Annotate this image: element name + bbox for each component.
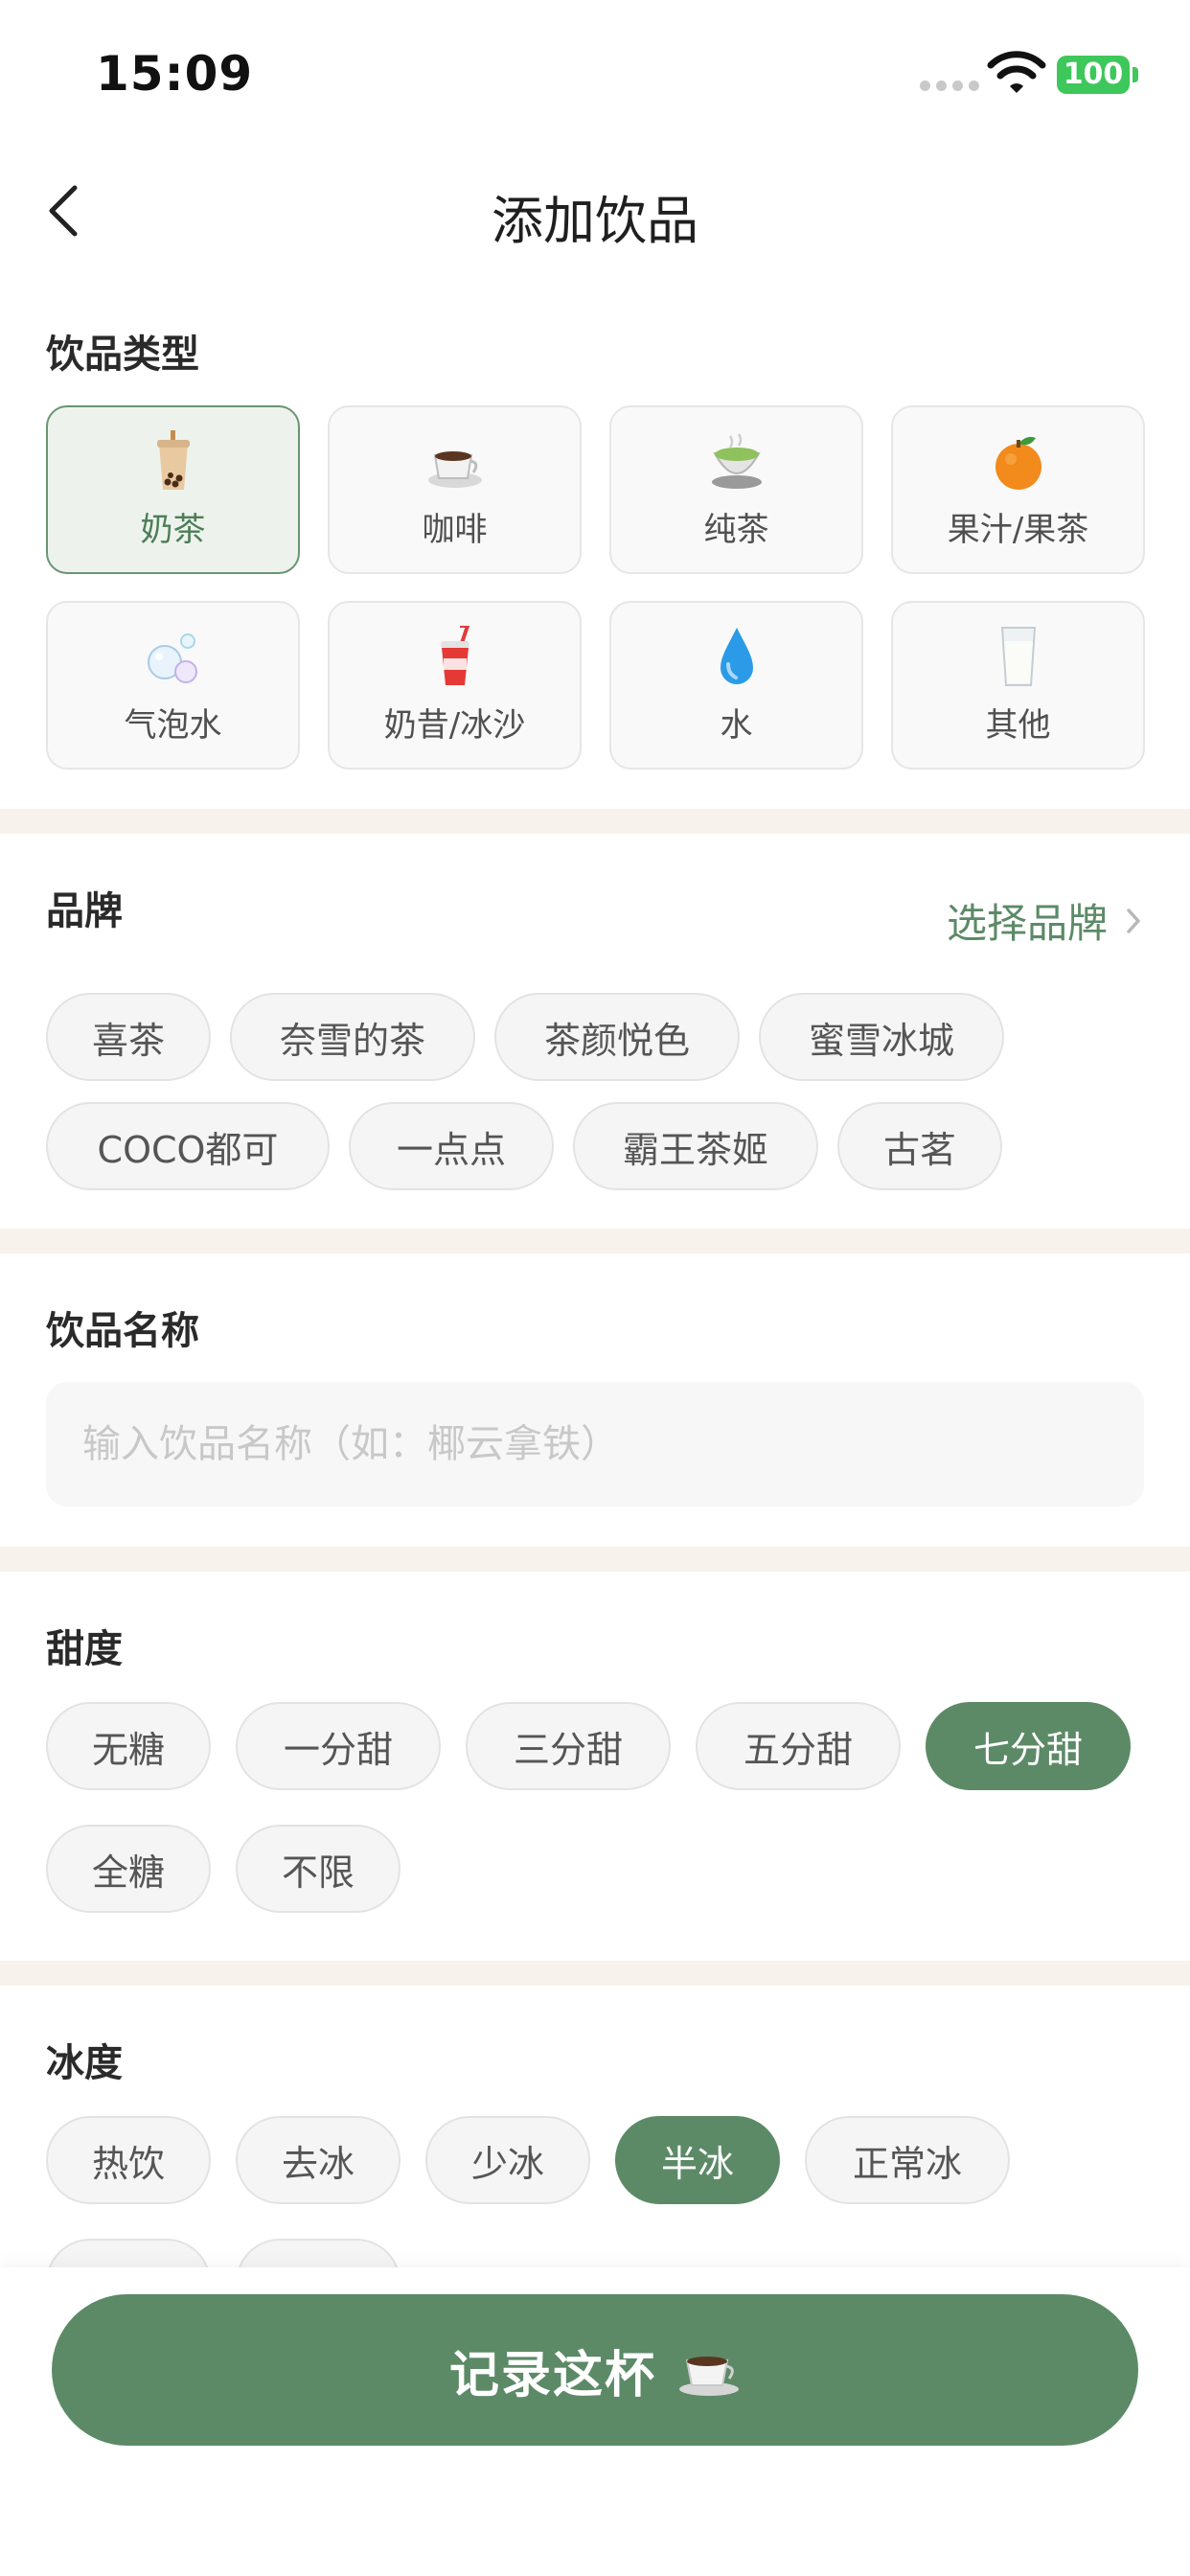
- drink-type-other[interactable]: 其他: [891, 601, 1145, 770]
- bubbles-icon: [147, 632, 197, 683]
- sweetness-chips-row-2: 全糖 不限: [46, 1825, 400, 1913]
- drink-type-smoothie[interactable]: 奶昔/冰沙: [328, 601, 582, 770]
- drink-type-coffee[interactable]: 咖啡: [328, 405, 582, 574]
- brand-chip[interactable]: 霸王茶姬: [573, 1102, 818, 1190]
- orange-icon: [995, 436, 1041, 490]
- ice-chip[interactable]: 去冰: [236, 2116, 400, 2204]
- status-bar: 15:09 100: [0, 0, 1190, 144]
- section-divider: [0, 1547, 1190, 1572]
- ice-chip-selected[interactable]: 半冰: [615, 2116, 780, 2204]
- drink-type-label: 气泡水: [124, 705, 222, 745]
- drink-name-input[interactable]: [46, 1382, 1144, 1506]
- select-brand-label: 选择品牌: [946, 900, 1108, 947]
- drink-type-label: 水: [720, 705, 753, 745]
- drink-type-sparkling-water[interactable]: 气泡水: [46, 601, 300, 770]
- drink-type-pure-tea[interactable]: 纯茶: [609, 405, 863, 574]
- glass-of-milk-icon: [1000, 626, 1036, 686]
- sweetness-chip-selected[interactable]: 七分甜: [926, 1702, 1131, 1790]
- brand-chip[interactable]: 喜茶: [46, 993, 211, 1081]
- battery-icon: 100: [1057, 56, 1130, 94]
- ice-chip[interactable]: 少冰: [425, 2116, 590, 2204]
- brand-chip[interactable]: 茶颜悦色: [494, 993, 740, 1081]
- green-tea-icon: [711, 432, 762, 489]
- ice-chip[interactable]: 热饮: [46, 2116, 211, 2204]
- brand-chip[interactable]: 蜜雪冰城: [759, 993, 1004, 1081]
- status-time: 15:09: [96, 46, 254, 102]
- drink-type-juice[interactable]: 果汁/果茶: [891, 405, 1145, 574]
- ice-chips-row-1: 热饮 去冰 少冰 半冰 正常冰: [46, 2116, 1010, 2204]
- bubble-tea-icon: [156, 429, 190, 490]
- drink-name-title: 饮品名称: [46, 1309, 199, 1353]
- drink-type-label: 奶昔/冰沙: [383, 705, 526, 745]
- chevron-right-icon: [1127, 908, 1140, 933]
- record-button-label: 记录这杯: [448, 2346, 656, 2404]
- sweetness-chip[interactable]: 五分甜: [696, 1702, 901, 1790]
- drink-type-label: 奶茶: [140, 510, 206, 549]
- cellular-signal-icon: [920, 80, 979, 91]
- drink-type-grid: 奶茶 咖啡 纯茶 果汁/果茶 气泡水 奶昔/冰沙 水 其他: [46, 405, 1145, 770]
- section-divider: [0, 809, 1190, 834]
- nav-bar: 添加饮品: [0, 144, 1190, 278]
- brand-chip[interactable]: 古茗: [837, 1102, 1002, 1190]
- drink-type-label: 咖啡: [422, 510, 488, 549]
- sweetness-chip[interactable]: 不限: [236, 1825, 400, 1913]
- sweetness-chip[interactable]: 一分甜: [236, 1702, 441, 1790]
- sweetness-title: 甜度: [46, 1627, 123, 1671]
- brand-title: 品牌: [46, 889, 123, 933]
- brand-chip[interactable]: 一点点: [349, 1102, 554, 1190]
- sweetness-chip[interactable]: 全糖: [46, 1825, 211, 1913]
- brand-chips-row-2: COCO都可 一点点 霸王茶姬 古茗: [46, 1102, 1002, 1190]
- drink-type-milk-tea[interactable]: 奶茶: [46, 405, 300, 574]
- drink-type-label: 果汁/果茶: [947, 510, 1089, 549]
- drink-type-water[interactable]: 水: [609, 601, 863, 770]
- wifi-icon: [987, 51, 1046, 93]
- sweetness-chips-row-1: 无糖 一分甜 三分甜 五分甜 七分甜: [46, 1702, 1131, 1790]
- sweetness-chip[interactable]: 无糖: [46, 1702, 211, 1790]
- bottom-action-bar: 记录这杯: [0, 2267, 1190, 2576]
- coffee-cup-icon: [427, 450, 482, 488]
- record-drink-button[interactable]: 记录这杯: [52, 2294, 1138, 2446]
- section-divider: [0, 1229, 1190, 1254]
- water-drop-icon: [720, 627, 753, 684]
- drink-type-title: 饮品类型: [46, 333, 199, 377]
- page-title: 添加饮品: [492, 191, 698, 251]
- cup-with-straw-icon: [440, 625, 469, 685]
- drink-type-label: 纯茶: [703, 510, 769, 549]
- brand-chips-row-1: 喜茶 奈雪的茶 茶颜悦色 蜜雪冰城: [46, 993, 1004, 1081]
- ice-chip[interactable]: 正常冰: [805, 2116, 1010, 2204]
- section-divider: [0, 1961, 1190, 1986]
- select-brand-button[interactable]: 选择品牌: [947, 891, 1144, 950]
- ice-title: 冰度: [46, 2041, 123, 2085]
- sweetness-chip[interactable]: 三分甜: [466, 1702, 671, 1790]
- brand-chip[interactable]: 奈雪的茶: [230, 993, 475, 1081]
- drink-type-label: 其他: [985, 705, 1051, 745]
- battery-tip: [1133, 67, 1138, 82]
- brand-chip[interactable]: COCO都可: [46, 1102, 330, 1190]
- hot-beverage-icon: [679, 2357, 739, 2396]
